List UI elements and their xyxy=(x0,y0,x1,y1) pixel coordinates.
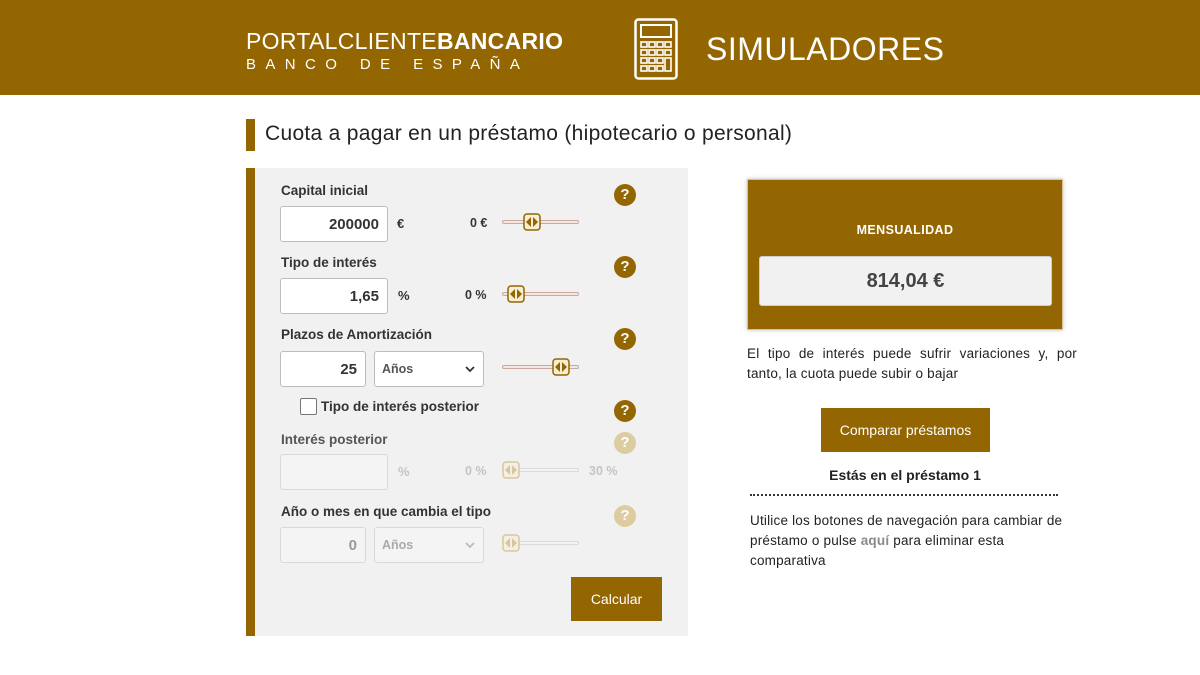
brand-title-bold: BANCARIO xyxy=(436,28,564,54)
capital-slider-handle[interactable] xyxy=(522,213,541,231)
interest-min-label: 0 % xyxy=(465,288,487,302)
change-period-input xyxy=(280,527,366,563)
term-label: Plazos de Amortización xyxy=(281,327,433,342)
interest-slider-handle[interactable] xyxy=(506,285,525,303)
capital-unit: € xyxy=(397,216,405,231)
brand-logo[interactable]: PORTALCLIENTEBANCARIO BANCO DE ESPAÑA xyxy=(246,28,563,74)
later-rate-toggle-help-icon[interactable]: ? xyxy=(614,400,636,422)
change-period-slider xyxy=(502,534,579,552)
calculate-button[interactable]: Calcular xyxy=(571,577,662,621)
later-rate-min-label: 0 % xyxy=(465,464,487,478)
term-period-value: Años xyxy=(382,362,414,376)
later-rate-checkbox[interactable] xyxy=(300,398,317,415)
monthly-payment-value: 814,04 € xyxy=(759,256,1052,306)
dotted-divider xyxy=(750,494,1058,496)
change-period-value: Años xyxy=(382,538,414,552)
term-period-select[interactable]: Años xyxy=(374,351,484,387)
monthly-payment-box: MENSUALIDAD 814,04 € xyxy=(747,179,1063,330)
interest-label: Tipo de interés xyxy=(281,255,377,270)
change-period-slider-handle xyxy=(502,534,520,552)
brand-title-light: PORTALCLIENTE xyxy=(246,28,437,54)
change-period-label: Año o mes en que cambia el tipo xyxy=(281,504,492,519)
chevron-down-icon xyxy=(465,542,475,549)
capital-help-icon[interactable]: ? xyxy=(614,184,636,206)
interest-slider[interactable] xyxy=(502,285,579,303)
brand-title: PORTALCLIENTEBANCARIO xyxy=(246,28,563,54)
later-rate-unit: % xyxy=(398,464,410,479)
capital-label: Capital inicial xyxy=(281,183,369,198)
later-rate-max-label: 30 % xyxy=(589,464,618,478)
capital-input[interactable] xyxy=(280,206,388,242)
term-help-icon[interactable]: ? xyxy=(614,328,636,350)
later-rate-slider-handle xyxy=(502,461,520,479)
title-accent-bar xyxy=(246,119,255,151)
rate-variation-note: El tipo de interés puede sufrir variacio… xyxy=(747,346,1077,381)
brand-subtitle: BANCO DE ESPAÑA xyxy=(246,56,530,73)
monthly-payment-label: MENSUALIDAD xyxy=(856,223,954,237)
page-title: Cuota a pagar en un préstamo (hipotecari… xyxy=(265,122,793,145)
calculator-icon xyxy=(634,18,678,80)
interest-help-icon[interactable]: ? xyxy=(614,256,636,278)
form-accent-bar xyxy=(246,168,255,636)
change-period-select: Años xyxy=(374,527,484,563)
later-rate-toggle[interactable]: Tipo de interés posterior xyxy=(300,398,479,415)
capital-min-label: 0 € xyxy=(470,216,488,230)
term-slider[interactable] xyxy=(502,358,579,376)
interest-unit: % xyxy=(398,288,410,303)
change-period-help-icon: ? xyxy=(614,505,636,527)
capital-slider[interactable] xyxy=(502,213,579,231)
interest-input[interactable] xyxy=(280,278,388,314)
later-rate-slider xyxy=(502,461,579,479)
later-rate-help-icon: ? xyxy=(614,432,636,454)
later-rate-input xyxy=(280,454,388,490)
comparison-navigation-text: Utilice los botones de navegación para c… xyxy=(750,511,1070,571)
chevron-down-icon xyxy=(465,366,475,373)
remove-comparison-link[interactable]: aquí xyxy=(861,533,890,548)
term-slider-handle[interactable] xyxy=(552,358,570,376)
header-bar: PORTALCLIENTEBANCARIO BANCO DE ESPAÑA SI… xyxy=(0,0,1200,95)
current-loan-indicator: Estás en el préstamo 1 xyxy=(829,467,981,483)
later-rate-label: Interés posterior xyxy=(281,432,388,447)
later-rate-toggle-label: Tipo de interés posterior xyxy=(321,399,480,414)
section-title: SIMULADORES xyxy=(706,31,945,67)
compare-loans-button[interactable]: Comparar préstamos xyxy=(821,408,990,452)
term-input[interactable] xyxy=(280,351,366,387)
